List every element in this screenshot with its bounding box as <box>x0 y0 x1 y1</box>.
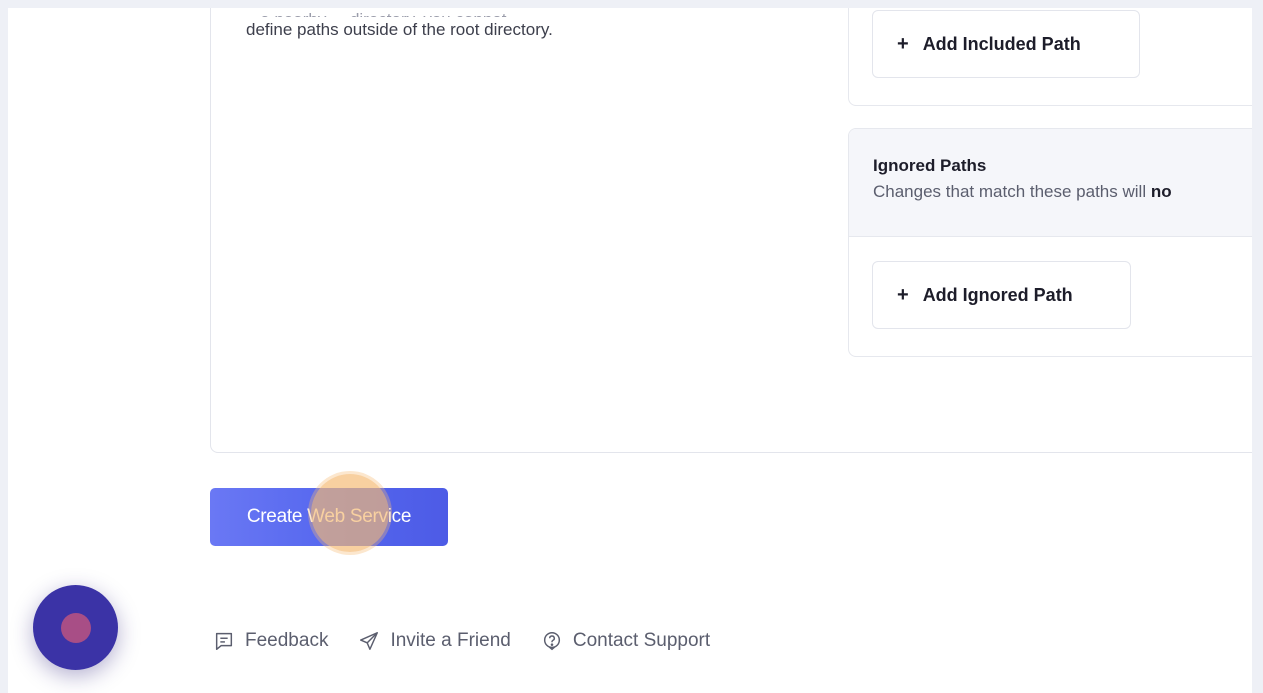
feedback-label: Feedback <box>245 630 329 651</box>
contact-support-link[interactable]: Contact Support <box>541 630 710 652</box>
add-included-path-label: Add Included Path <box>922 33 1081 54</box>
invite-friend-link[interactable]: Invite a Friend <box>358 630 511 652</box>
feedback-icon <box>215 632 233 650</box>
feedback-link[interactable]: Feedback <box>213 630 328 652</box>
add-included-path-button[interactable]: + Add Included Path <box>872 10 1140 78</box>
send-icon <box>360 632 379 650</box>
clipped-description-line: ...e nearby ... directory, you cannot <box>246 8 806 17</box>
ignored-paths-subtitle-text: Changes that match these paths will <box>873 182 1151 201</box>
add-ignored-path-label: Add Ignored Path <box>922 284 1073 305</box>
plus-icon: + <box>897 32 909 55</box>
help-icon <box>543 632 560 651</box>
ignored-paths-header: Ignored Paths Changes that match these p… <box>849 129 1252 237</box>
plus-icon: + <box>897 283 909 306</box>
contact-support-label: Contact Support <box>572 630 711 651</box>
description-text: define paths outside of the root directo… <box>246 20 553 39</box>
ignored-paths-subtitle: Changes that match these paths will no <box>873 179 1245 205</box>
ignored-paths-subtitle-bold: no <box>1150 182 1172 201</box>
invite-friend-label: Invite a Friend <box>390 630 511 651</box>
ignored-paths-title: Ignored Paths <box>873 156 987 175</box>
section-description: ...e nearby ... directory, you cannot de… <box>246 10 806 43</box>
add-ignored-path-button[interactable]: + Add Ignored Path <box>872 261 1131 329</box>
chat-widget-button[interactable] <box>33 585 118 670</box>
footer-links: Feedback Invite a Friend Contact Support <box>213 626 710 656</box>
page: ...e nearby ... directory, you cannot de… <box>8 8 1252 693</box>
chat-widget-icon <box>60 612 91 643</box>
create-web-service-button[interactable]: Create Web Service <box>210 488 448 546</box>
